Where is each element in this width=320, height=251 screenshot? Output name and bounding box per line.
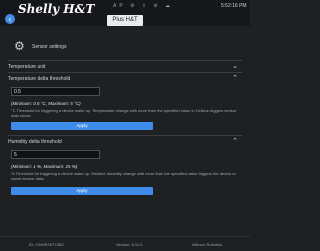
temperature-limits: (Minimum: 0.5 °C, Maximum: 5 °C) xyxy=(11,101,81,106)
temperature-threshold-label: Temperature delta threshold xyxy=(8,76,71,82)
gear-icon: ⚙ xyxy=(14,39,25,53)
humidity-apply-button[interactable]: Apply xyxy=(11,187,153,195)
humidity-threshold-input[interactable]: 5 xyxy=(11,150,100,159)
back-arrow-icon[interactable]: ‹ xyxy=(5,14,15,24)
status-icons: AP ⚙ ⇩ ⊘ ☁ xyxy=(113,3,173,9)
humidity-threshold-section[interactable]: Humidity delta threshold ⌃ xyxy=(8,135,242,146)
footer: ID: C049EF8774BC Version: 0.11.0 Allterc… xyxy=(0,236,250,251)
temperature-threshold-section[interactable]: Temperature delta threshold ⌃ xyxy=(8,72,242,83)
page-title: Sensor settings xyxy=(32,44,67,50)
temperature-help-text: °C Threshold for triggering a device wak… xyxy=(11,108,237,119)
chevron-down-icon[interactable]: ⌄ xyxy=(232,62,238,70)
chevron-up-icon[interactable]: ⌃ xyxy=(232,137,238,145)
temperature-unit-label: Temperature unit xyxy=(8,64,46,70)
blank100 xyxy=(8,124,242,134)
device-title: Plus H&T xyxy=(107,15,143,26)
chevron-up-icon[interactable]: ⌃ xyxy=(232,74,238,82)
clock: 5:52:16 PM xyxy=(221,3,247,9)
humidity-help-text: % Threshold for triggering a device wake… xyxy=(11,171,236,182)
humidity-limits: (Minimum: 1 %, Maximum: 25 %) xyxy=(11,164,78,169)
humidity-threshold-label: Humidity delta threshold xyxy=(8,139,62,145)
temperature-threshold-input[interactable]: 0.5 xyxy=(11,87,100,96)
temperature-unit-section[interactable]: Temperature unit ⌄ xyxy=(8,60,242,71)
firmware-version: Version: 0.11.0 xyxy=(116,242,143,247)
brand-name: Allterco Robotics xyxy=(192,242,223,247)
shelly-logo: Shelly H&T xyxy=(18,2,95,16)
device-id: ID: C049EF8774BC xyxy=(29,242,65,247)
